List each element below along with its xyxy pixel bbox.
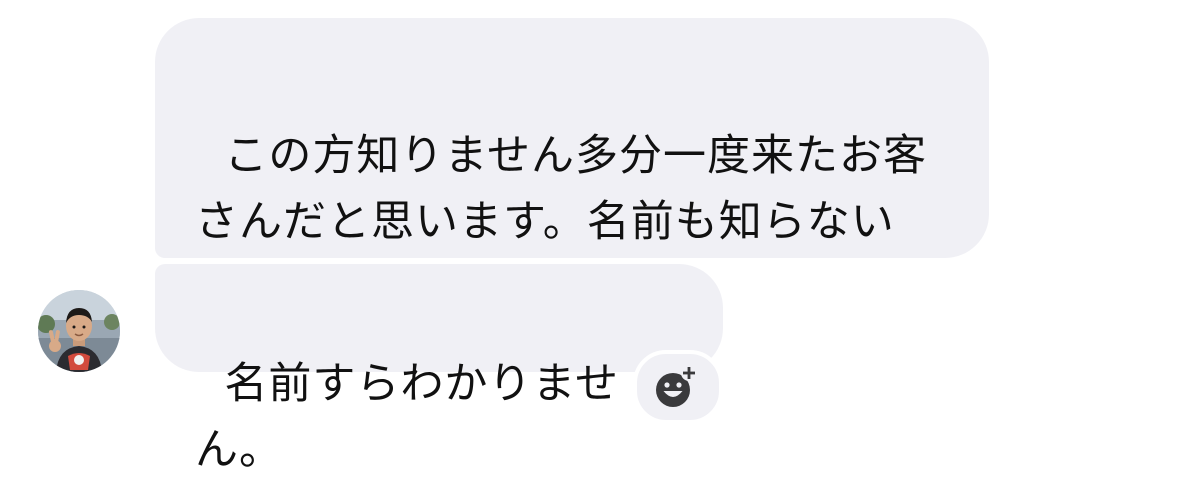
add-reaction-icon [656,365,697,407]
add-reaction-button[interactable] [633,350,723,424]
profile-photo-icon [38,290,120,372]
avatar[interactable] [38,290,120,372]
message-bubble[interactable]: この方知りません多分一度来たお客 さんだと思います。名前も知らない です。 [155,18,989,313]
message-text: 名前すらわかりません。 [195,359,620,475]
message-bubble[interactable]: 名前すらわかりません。 [155,264,723,475]
